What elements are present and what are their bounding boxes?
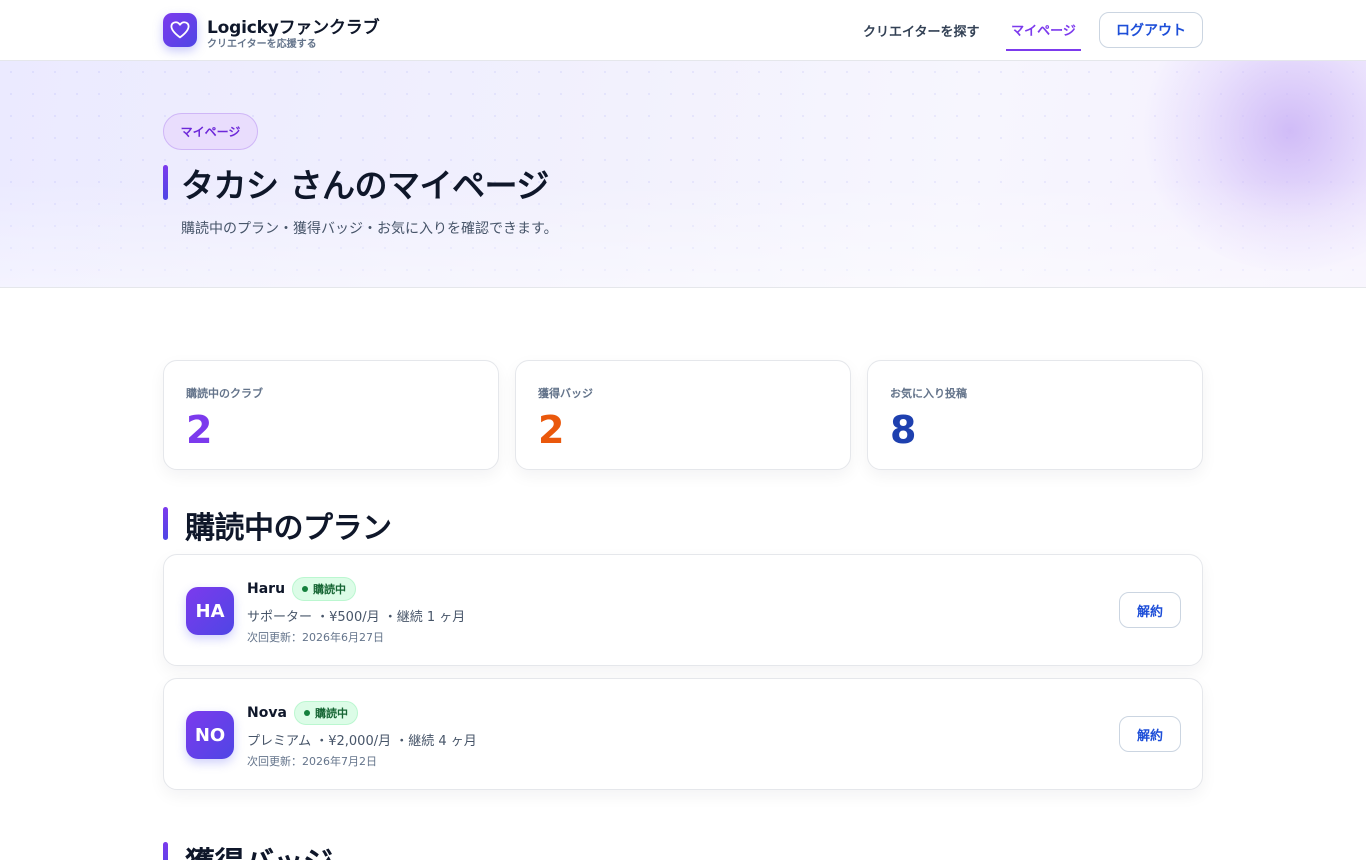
nav-mypage[interactable]: マイページ: [1006, 12, 1081, 51]
badges-section-title: 獲得バッジ: [185, 838, 333, 860]
stat-label: 購読中のクラブ: [186, 387, 263, 400]
status-badge: 購読中: [292, 577, 356, 601]
status-label: 購読中: [313, 583, 346, 596]
cancel-button[interactable]: 解約: [1119, 716, 1181, 752]
status-badge: 購読中: [294, 701, 358, 725]
creator-name[interactable]: Haru: [247, 581, 285, 597]
plans-section-title: 購読中のプラン: [185, 511, 392, 546]
stat-value: 2: [538, 408, 565, 452]
creator-avatar[interactable]: HA: [186, 587, 234, 635]
creator-name[interactable]: Nova: [247, 705, 287, 721]
plan-card: NO Nova 購読中 プレミアム ・¥2,000/月 ・継続 4 ヶ月 次回更…: [163, 678, 1203, 790]
renewal-date: 次回更新：2026年6月27日: [247, 631, 384, 644]
section-accent-bar: [163, 507, 168, 540]
stat-card-badges: 獲得バッジ 2: [515, 360, 851, 470]
stat-label: お気に入り投稿: [890, 387, 967, 400]
status-dot-icon: [304, 710, 310, 716]
status-label: 購読中: [315, 707, 348, 720]
page-pill: マイページ: [163, 113, 258, 150]
plan-detail: サポーター ・¥500/月 ・継続 1 ヶ月: [247, 610, 466, 625]
stat-value: 8: [890, 408, 917, 452]
page-title: タカシ さんのマイページ: [181, 166, 549, 205]
brand-logo[interactable]: [163, 13, 197, 47]
stat-card-subscriptions: 購読中のクラブ 2: [163, 360, 499, 470]
plan-card: HA Haru 購読中 サポーター ・¥500/月 ・継続 1 ヶ月 次回更新：…: [163, 554, 1203, 666]
section-accent-bar: [163, 842, 168, 860]
plan-detail: プレミアム ・¥2,000/月 ・継続 4 ヶ月: [247, 734, 477, 749]
stat-label: 獲得バッジ: [538, 387, 593, 400]
top-header: Logickyファンクラブ クリエイターを応援する クリエイターを探す マイペー…: [0, 0, 1366, 61]
logout-button[interactable]: ログアウト: [1099, 12, 1203, 48]
brand-tagline: クリエイターを応援する: [207, 39, 317, 50]
stat-value: 2: [186, 408, 213, 452]
cancel-button[interactable]: 解約: [1119, 592, 1181, 628]
nav-find-creators[interactable]: クリエイターを探す: [863, 21, 979, 40]
creator-avatar[interactable]: NO: [186, 711, 234, 759]
status-dot-icon: [302, 586, 308, 592]
page-subtitle: 購読中のプラン・獲得バッジ・お気に入りを確認できます。: [181, 221, 558, 237]
title-accent-bar: [163, 165, 168, 200]
stat-card-favorites: お気に入り投稿 8: [867, 360, 1203, 470]
renewal-date: 次回更新：2026年7月2日: [247, 755, 377, 768]
hero-banner: マイページ タカシ さんのマイページ 購読中のプラン・獲得バッジ・お気に入りを確…: [0, 61, 1366, 288]
heart-icon: [170, 21, 190, 39]
